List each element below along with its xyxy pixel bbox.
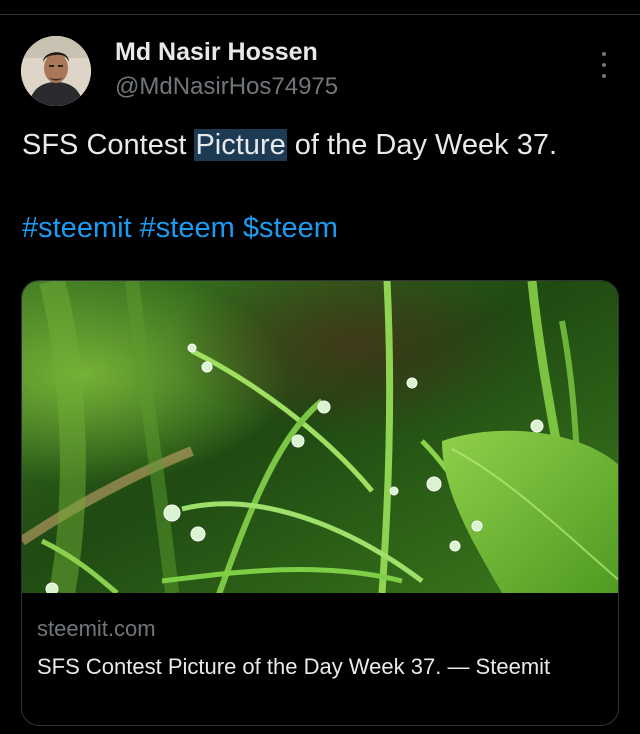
card-image[interactable]	[22, 281, 618, 593]
link-preview-card[interactable]: steemit.com SFS Contest Picture of the D…	[21, 280, 619, 726]
selected-text-highlight: Picture	[194, 129, 287, 161]
hashtag-steemit-link[interactable]: #steemit	[22, 212, 132, 244]
hashtag-row: #steemit #steem $steem	[22, 209, 338, 247]
more-dot	[602, 63, 606, 67]
cashtag-steem-link[interactable]: $steem	[243, 212, 338, 244]
author-display-name[interactable]: Md Nasir Hossen	[115, 38, 318, 67]
author-handle[interactable]: @MdNasirHos74975	[115, 73, 338, 101]
more-vertical-icon[interactable]	[594, 52, 614, 78]
card-domain: steemit.com	[37, 616, 156, 641]
card-title: SFS Contest Picture of the Day Week 37. …	[37, 654, 551, 679]
tweet-text-start: SFS Contest	[22, 129, 195, 161]
avatar[interactable]	[21, 36, 91, 106]
hashtag-steem-link[interactable]: #steem	[140, 212, 235, 244]
more-dot	[602, 74, 606, 78]
more-dot	[602, 52, 606, 56]
tweet-text-end: of the Day Week 37.	[286, 129, 558, 161]
grass-dewdrops-photo-icon	[22, 281, 618, 593]
top-divider	[0, 14, 640, 15]
tweet-text: SFS Contest Picture of the Day Week 37.	[22, 126, 557, 164]
avatar-photo-icon	[21, 36, 91, 106]
